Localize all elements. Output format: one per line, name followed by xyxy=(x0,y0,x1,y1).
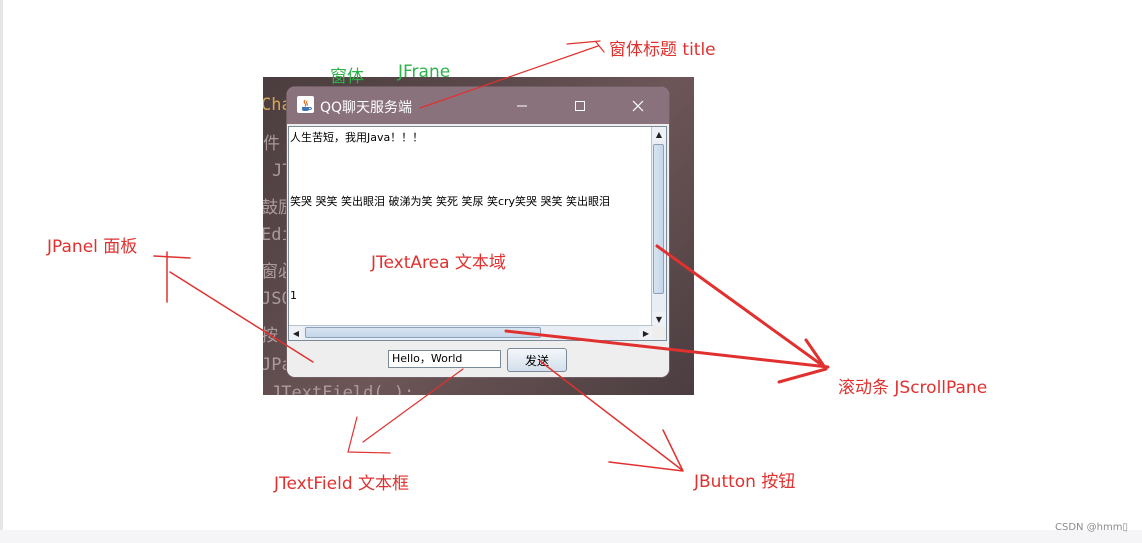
annotation-jpanel: JPanel 面板 xyxy=(47,237,138,257)
jframe-window: QQ聊天服务端 人生苦短，我用Java！！！ 笑哭 哭笑 笑出眼泪 破涕为笑 笑… xyxy=(287,87,669,377)
annotation-jbutton: JButton 按钮 xyxy=(694,472,796,492)
scroll-left-arrow-icon[interactable]: ◀ xyxy=(289,326,303,340)
window-title: QQ聊天服务端 xyxy=(320,100,413,116)
arrow-scroll-head xyxy=(777,338,828,384)
annotation-title: 窗体标题 title xyxy=(609,40,716,60)
scroll-right-arrow-icon[interactable]: ▶ xyxy=(639,326,653,340)
java-icon xyxy=(297,96,314,113)
vertical-scroll-thumb[interactable] xyxy=(653,144,664,294)
vertical-scrollbar[interactable]: ▲ ▼ xyxy=(651,127,666,326)
scroll-up-arrow-icon[interactable]: ▲ xyxy=(652,127,666,141)
bg-code-fragment: 按 xyxy=(263,326,278,346)
window-titlebar[interactable]: QQ聊天服务端 xyxy=(287,87,669,124)
bg-code-fragment: JTextField( ); xyxy=(271,383,415,395)
scrollpane-corner xyxy=(652,326,666,340)
textarea-line: 人生苦短，我用Java！！！ xyxy=(290,131,424,144)
maximize-icon xyxy=(575,100,585,111)
close-icon xyxy=(632,100,644,111)
annotation-frame: 窗体 xyxy=(330,67,364,87)
annotation-jscrollpane: 滚动条 JScrollPane xyxy=(838,378,988,398)
page-footer-strip xyxy=(0,530,1142,543)
jpanel: Hello，World 发送 xyxy=(287,343,669,377)
annotation-jframe: JFrane xyxy=(398,62,451,82)
bg-code-fragment: 件 xyxy=(263,134,280,154)
send-button[interactable]: 发送 xyxy=(507,348,567,372)
horizontal-scrollbar[interactable]: ◀ ▶ xyxy=(289,325,653,340)
page-left-border xyxy=(0,0,3,543)
minimize-button[interactable] xyxy=(499,87,545,124)
scroll-down-arrow-icon[interactable]: ▼ xyxy=(652,312,666,326)
jtextfield-input[interactable]: Hello，World xyxy=(388,350,501,368)
jtextarea[interactable]: 人生苦短，我用Java！！！ 笑哭 哭笑 笑出眼泪 破涕为笑 笑死 笑尿 笑cr… xyxy=(289,127,653,326)
minimize-icon xyxy=(517,105,527,106)
annotation-jtextfield: JTextField 文本框 xyxy=(274,474,410,494)
horizontal-scroll-thumb[interactable] xyxy=(305,327,541,338)
close-button[interactable] xyxy=(615,87,661,124)
textarea-line: 1 xyxy=(290,289,297,302)
watermark: CSDN @hmm▯ xyxy=(1054,522,1128,533)
annotation-jtextarea: JTextArea 文本域 xyxy=(371,253,506,273)
maximize-button[interactable] xyxy=(557,87,603,124)
textarea-line: 笑哭 哭笑 笑出眼泪 破涕为笑 笑死 笑尿 笑cry笑哭 哭笑 笑出眼泪 xyxy=(290,195,611,208)
jscrollpane: 人生苦短，我用Java！！！ 笑哭 哭笑 笑出眼泪 破涕为笑 笑死 笑尿 笑cr… xyxy=(288,126,667,341)
